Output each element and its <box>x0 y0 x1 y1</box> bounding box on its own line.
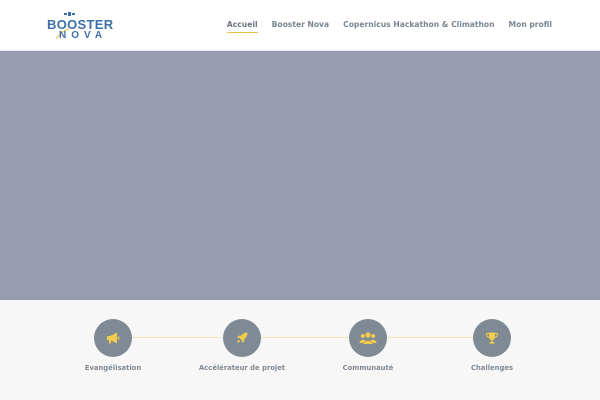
logo-word-nova: NOVA <box>59 30 108 41</box>
feature-challenges: Challenges <box>427 319 557 372</box>
feature-challenges-button[interactable] <box>473 319 511 357</box>
nav-booster-nova[interactable]: Booster Nova <box>272 20 330 29</box>
feature-evangelisation: Evangélisation <box>48 319 178 372</box>
feature-communaute-button[interactable] <box>349 319 387 357</box>
site-header: BOOSTER NOVA Accueil Booster Nova Copern… <box>0 0 600 51</box>
feature-evangelisation-button[interactable] <box>94 319 132 357</box>
megaphone-icon <box>107 332 120 344</box>
main-navigation: Accueil Booster Nova Copernicus Hackatho… <box>213 20 552 33</box>
trophy-icon <box>485 332 499 344</box>
feature-accelerateur: Accélérateur de projet <box>177 319 307 372</box>
booster-nova-logo[interactable]: BOOSTER NOVA <box>47 9 113 43</box>
community-icon <box>359 332 377 344</box>
feature-communaute: Communauté <box>303 319 433 372</box>
feature-accelerateur-label[interactable]: Accélérateur de projet <box>177 364 307 372</box>
feature-communaute-label[interactable]: Communauté <box>303 364 433 372</box>
nav-accueil[interactable]: Accueil <box>226 20 258 33</box>
nav-mon-profil[interactable]: Mon profil <box>509 20 552 29</box>
feature-challenges-label[interactable]: Challenges <box>427 364 557 372</box>
nav-copernicus-hackathon[interactable]: Copernicus Hackathon & Climathon <box>343 20 494 29</box>
feature-evangelisation-label[interactable]: Evangélisation <box>48 364 178 372</box>
feature-accelerateur-button[interactable] <box>223 319 261 357</box>
rocket-icon <box>237 332 248 343</box>
hero-banner <box>0 51 600 300</box>
